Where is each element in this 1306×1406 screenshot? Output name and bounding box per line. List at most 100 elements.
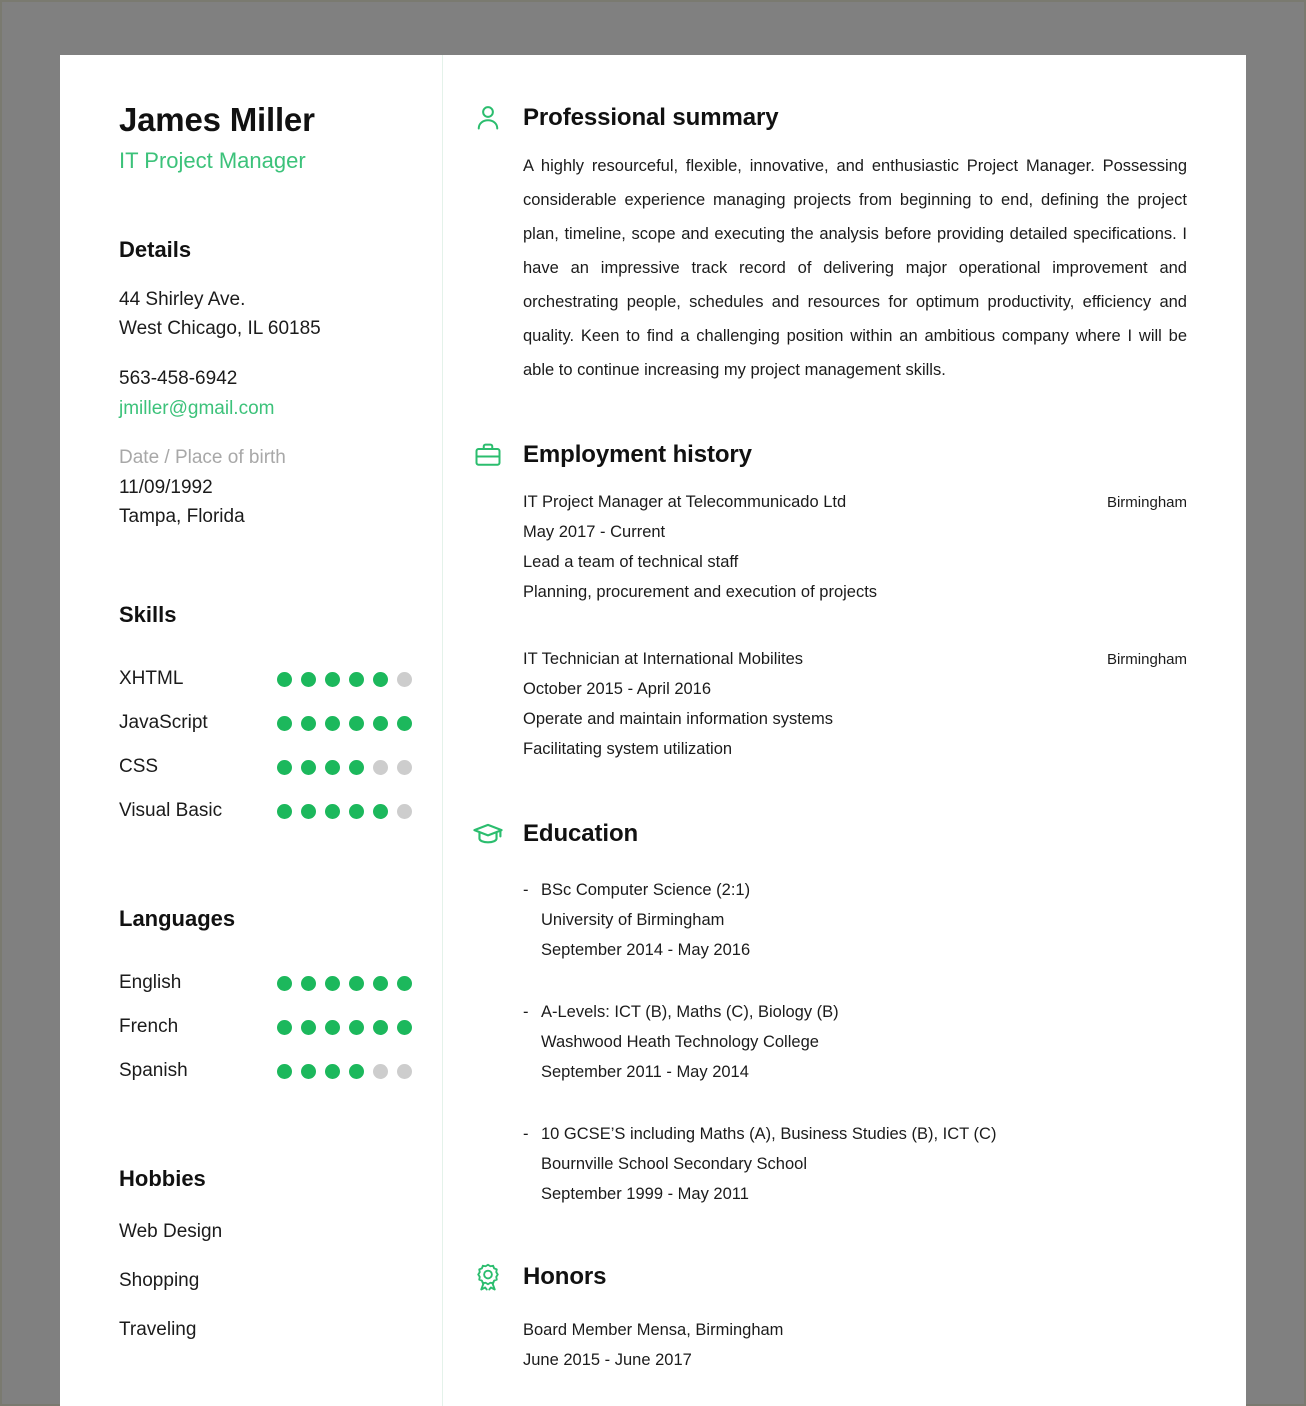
graduation-cap-icon: [472, 818, 504, 850]
email-address[interactable]: jmiller@gmail.com: [119, 394, 442, 424]
employment-section-header: Employment history: [472, 439, 1187, 471]
skills-heading: Skills: [119, 602, 177, 628]
rating-label: Spanish: [119, 1060, 188, 1082]
education-entry: -10 GCSE’S including Maths (A), Business…: [523, 1119, 1187, 1209]
rating-dot-filled: [325, 1063, 340, 1079]
rating-dot-filled: [301, 759, 316, 775]
rating-dot-empty: [373, 759, 388, 775]
honors-section-header: Honors: [472, 1261, 1187, 1293]
section-education: Education - BSc Computer Science (2:1) Uni…: [472, 818, 1187, 1209]
education-lines: BSc Computer Science (2:1) University of …: [541, 875, 1187, 965]
summary-title: Professional summary: [523, 104, 779, 131]
address-line-1: 44 Shirley Ave.: [119, 288, 246, 310]
rating-dot-filled: [349, 671, 364, 687]
education-lines: A-Levels: ICT (B), Maths (C), Biology (B…: [541, 997, 1187, 1087]
rating-dot-filled: [325, 759, 340, 775]
education-body: - BSc Computer Science (2:1) University of…: [472, 875, 1187, 1209]
rating-dots: [277, 1063, 412, 1079]
briefcase-icon: [472, 439, 504, 471]
education-qualification: A-Levels: ICT (B), Maths (C), Biology (B…: [541, 1003, 839, 1022]
rating-dot-filled: [277, 671, 292, 687]
job-dates: May 2017 - Current: [523, 522, 666, 541]
job-entry: IT Technician at International Mobilites…: [523, 644, 1187, 764]
summary-section-header: Professional summary: [472, 102, 1187, 134]
rating-label: JavaScript: [119, 712, 208, 734]
education-institution: Bournville School Secondary School: [541, 1155, 807, 1174]
address-block: 44 Shirley Ave. West Chicago, IL 60185: [119, 285, 442, 344]
job-duty: Planning, procurement and execution of p…: [523, 582, 878, 601]
education-qualification: 10 GCSE’S including Maths (A), Business …: [541, 1125, 997, 1144]
job-duty: Lead a team of technical staff: [523, 552, 739, 571]
rating-dot-filled: [325, 803, 340, 819]
sidebar: James Miller IT Project Manager Details …: [60, 55, 443, 1406]
education-title: Education: [523, 820, 639, 848]
job-dates: October 2015 - April 2016: [523, 679, 712, 698]
job-duty: Facilitating system utilization: [523, 740, 733, 758]
main-content: Professional summary A highly resourcefu…: [443, 55, 1246, 1406]
hobby-item: Traveling: [119, 1319, 197, 1341]
job-location: Birmingham: [1106, 493, 1187, 511]
resume-document: James Miller IT Project Manager Details …: [60, 55, 1246, 1406]
employment-title: Employment history: [523, 440, 752, 468]
rating-dot-filled: [301, 715, 316, 731]
rating-dots: [277, 1019, 412, 1035]
rating-dot-filled: [277, 759, 292, 775]
rating-dots: [277, 671, 412, 687]
hobby-item: Web Design: [119, 1221, 223, 1243]
rating-row: Visual Basic: [119, 789, 442, 833]
award-ribbon-icon: [472, 1261, 504, 1293]
rating-label: CSS: [119, 756, 159, 778]
job-role: IT Project Manager at Telecommunicado Lt…: [523, 492, 847, 511]
education-entry: - BSc Computer Science (2:1) University of…: [523, 875, 1187, 965]
rating-dot-filled: [325, 1019, 340, 1035]
rating-dot-filled: [325, 975, 340, 991]
rating-dots: [277, 759, 412, 775]
job-title-row: IT Project Manager at Telecommunicado Lt…: [523, 487, 1187, 517]
education-dates: September 2011 - May 2014: [541, 1063, 749, 1082]
rating-dot-filled: [397, 715, 412, 731]
rating-row: French: [119, 1005, 442, 1049]
languages-heading: Languages: [119, 906, 236, 932]
rating-dot-filled: [277, 715, 292, 731]
rating-dot-filled: [277, 803, 292, 819]
rating-dot-empty: [397, 759, 412, 775]
rating-dot-filled: [349, 759, 364, 775]
section-professional-summary: Professional summary A highly resourcefu…: [472, 102, 1187, 388]
rating-dot-filled: [397, 975, 412, 991]
rating-row: XHTML: [119, 657, 442, 701]
birth-label: Date / Place of birth: [119, 447, 286, 469]
rating-label: XHTML: [119, 668, 184, 690]
rating-dot-filled: [349, 803, 364, 819]
job-title-row: IT Technician at International Mobilites…: [523, 644, 1187, 674]
job-location: Birmingham: [1106, 650, 1187, 668]
candidate-job-title: IT Project Manager: [119, 148, 306, 174]
skills-list: XHTML JavaScript CSS Visual Basic: [119, 657, 442, 833]
rating-dot-filled: [277, 1019, 292, 1035]
job-duty: Operate and maintain information systems: [523, 709, 833, 728]
rating-label: French: [119, 1016, 179, 1038]
rating-dot-empty: [373, 1063, 388, 1079]
education-dates: September 1999 - May 2011: [541, 1185, 749, 1204]
section-honors: Honors Board Member Mensa, Birmingham Ju…: [472, 1261, 1187, 1375]
details-heading: Details: [119, 236, 192, 262]
education-bullet: -: [523, 881, 529, 900]
rating-row: Spanish: [119, 1049, 442, 1093]
rating-dot-filled: [373, 975, 388, 991]
job-role: IT Technician at International Mobilites: [523, 649, 804, 668]
education-bullet: -: [523, 1125, 529, 1144]
rating-dot-filled: [373, 671, 388, 687]
languages-list: English French Spanish: [119, 961, 442, 1093]
phone-number: 563-458-6942: [119, 367, 238, 389]
rating-dot-filled: [277, 975, 292, 991]
education-entry: - A-Levels: ICT (B), Maths (C), Biology (…: [523, 997, 1187, 1087]
rating-dot-filled: [277, 1063, 292, 1079]
education-institution: Washwood Heath Technology College: [541, 1033, 819, 1052]
birth-date: 11/09/1992: [119, 476, 213, 498]
honor-dates: June 2015 - June 2017: [523, 1351, 692, 1370]
hobbies-heading: Hobbies: [119, 1166, 206, 1192]
hobby-item: Shopping: [119, 1270, 200, 1292]
rating-dot-filled: [373, 715, 388, 731]
rating-dot-filled: [349, 715, 364, 731]
rating-dot-filled: [301, 1063, 316, 1079]
education-qualification: BSc Computer Science (2:1): [541, 881, 751, 900]
